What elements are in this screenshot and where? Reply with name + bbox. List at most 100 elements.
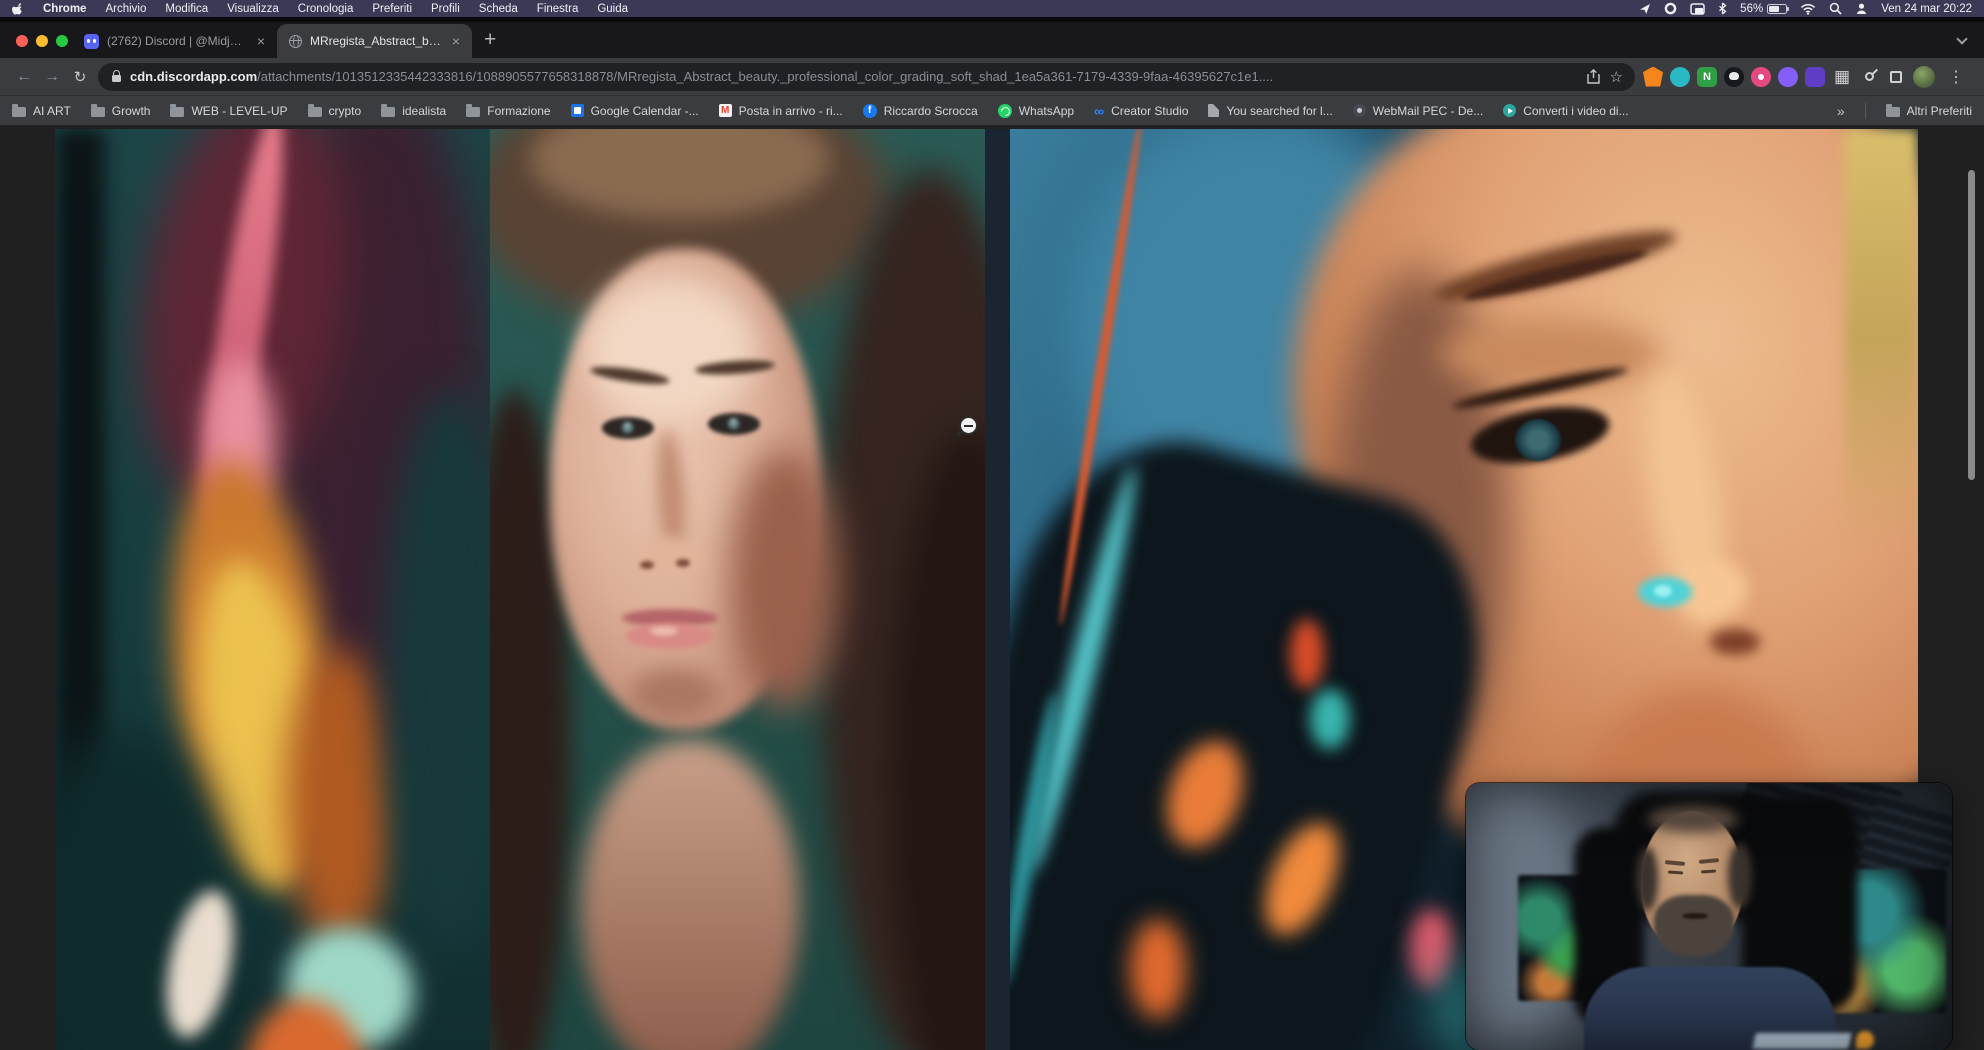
page-icon bbox=[1208, 104, 1219, 117]
folder-icon bbox=[91, 107, 105, 117]
github-extension-icon[interactable] bbox=[1724, 67, 1744, 87]
wifi-icon[interactable] bbox=[1800, 3, 1816, 15]
url-host: cdn.discordapp.com bbox=[130, 69, 257, 84]
bookmark-folder-web-level-up[interactable]: WEB - LEVEL-UP bbox=[170, 104, 287, 118]
metamask-extension-icon[interactable] bbox=[1643, 67, 1663, 87]
bookmark-folder-ai-art[interactable]: AI ART bbox=[12, 104, 71, 118]
bookmark-folder-growth[interactable]: Growth bbox=[91, 104, 151, 118]
bookmark-facebook-profile[interactable]: f Riccardo Scrocca bbox=[863, 104, 978, 118]
page-content bbox=[0, 126, 1984, 1050]
bookmark-gmail-inbox[interactable]: M Posta in arrivo - ri... bbox=[719, 104, 843, 118]
bookmark-creator-studio[interactable]: ∞ Creator Studio bbox=[1094, 104, 1188, 118]
folder-icon bbox=[381, 107, 395, 117]
tab-discord[interactable]: (2762) Discord | @Midjourney × bbox=[72, 24, 277, 58]
menu-profili[interactable]: Profili bbox=[431, 3, 460, 15]
art-panel-abstract bbox=[55, 129, 490, 1050]
bookmark-label: Growth bbox=[112, 104, 151, 118]
bookmark-webmail-pec[interactable]: WebMail PEC - De... bbox=[1353, 104, 1483, 118]
bookmark-folder-crypto[interactable]: crypto bbox=[308, 104, 362, 118]
record-dot-icon[interactable] bbox=[1664, 2, 1677, 15]
chrome-menu-kebab-icon[interactable]: ⋮ bbox=[1942, 67, 1970, 87]
tab-image-active[interactable]: MRregista_Abstract_beauty._ × bbox=[277, 24, 472, 58]
profile-avatar[interactable] bbox=[1913, 66, 1935, 88]
bookmark-folder-idealista[interactable]: idealista bbox=[381, 104, 446, 118]
bookmark-you-searched[interactable]: You searched for l... bbox=[1208, 104, 1332, 118]
bookmark-label: WebMail PEC - De... bbox=[1373, 104, 1483, 118]
bluetooth-icon[interactable] bbox=[1718, 2, 1727, 15]
art-panel-seam bbox=[985, 129, 1010, 1050]
menu-guida[interactable]: Guida bbox=[597, 3, 628, 15]
omnibox-actions: ☆ bbox=[1587, 68, 1623, 86]
art-panel-portrait bbox=[490, 129, 985, 1050]
bookmark-whatsapp[interactable]: WhatsApp bbox=[998, 104, 1074, 118]
forward-button[interactable]: → bbox=[38, 63, 66, 91]
menu-bar-status: 56% Ven 24 mar 20:22 bbox=[1639, 2, 1972, 15]
menu-finestra[interactable]: Finestra bbox=[537, 3, 579, 15]
menu-bar-clock[interactable]: Ven 24 mar 20:22 bbox=[1881, 3, 1972, 15]
back-button[interactable]: ← bbox=[10, 63, 38, 91]
bookmark-label: idealista bbox=[402, 104, 446, 118]
spotlight-search-icon[interactable] bbox=[1829, 2, 1842, 15]
globe-favicon bbox=[289, 35, 302, 48]
battery-icon bbox=[1767, 4, 1787, 14]
green-n-extension-icon[interactable]: N bbox=[1697, 67, 1717, 87]
address-bar[interactable]: cdn.discordapp.com/attachments/101351233… bbox=[98, 63, 1635, 91]
webmail-pec-icon bbox=[1353, 104, 1366, 117]
bookmarks-overflow-chevron[interactable]: » bbox=[1837, 103, 1845, 119]
extensions-row: N ▦ ⋮ bbox=[1643, 66, 1974, 88]
bookmark-label: Riccardo Scrocca bbox=[884, 104, 978, 118]
bookmark-label: Creator Studio bbox=[1111, 104, 1188, 118]
minimize-window-button[interactable] bbox=[36, 35, 48, 47]
menu-chrome[interactable]: Chrome bbox=[43, 3, 86, 15]
tab-discord-title: (2762) Discord | @Midjourney bbox=[107, 34, 247, 48]
violet-extension-icon[interactable] bbox=[1805, 67, 1825, 87]
zoom-out-cursor bbox=[959, 416, 978, 435]
bookmark-google-calendar[interactable]: Google Calendar -... bbox=[571, 104, 699, 118]
bookmark-folder-formazione[interactable]: Formazione bbox=[466, 104, 550, 118]
battery-percent: 56% bbox=[1740, 3, 1763, 15]
battery-status[interactable]: 56% bbox=[1740, 3, 1787, 15]
bookmark-label: You searched for l... bbox=[1226, 104, 1332, 118]
share-icon[interactable] bbox=[1587, 69, 1600, 84]
url-path: /attachments/1013512335442333816/1088905… bbox=[257, 69, 1273, 84]
vertical-scrollbar-thumb[interactable] bbox=[1968, 170, 1975, 480]
lock-icon[interactable] bbox=[112, 75, 121, 82]
tab-search-chevron-icon[interactable] bbox=[1956, 33, 1967, 44]
whatsapp-icon bbox=[998, 104, 1012, 118]
reload-button[interactable]: ↻ bbox=[66, 63, 94, 91]
menu-cronologia[interactable]: Cronologia bbox=[298, 3, 354, 15]
menu-modifica[interactable]: Modifica bbox=[165, 3, 208, 15]
pink-extension-icon[interactable] bbox=[1751, 67, 1771, 87]
bookmark-star-icon[interactable]: ☆ bbox=[1610, 68, 1623, 86]
other-bookmarks-folder[interactable]: Altri Preferiti bbox=[1886, 104, 1972, 118]
menu-visualizza[interactable]: Visualizza bbox=[227, 3, 279, 15]
bookmark-label: Formazione bbox=[487, 104, 550, 118]
frame-extension-icon[interactable] bbox=[1886, 67, 1906, 87]
apple-menu-icon[interactable] bbox=[12, 2, 24, 16]
menu-scheda[interactable]: Scheda bbox=[479, 3, 518, 15]
close-window-button[interactable] bbox=[16, 35, 28, 47]
user-switch-icon[interactable] bbox=[1855, 2, 1868, 15]
chrome-toolbar: ← → ↻ cdn.discordapp.com/attachments/101… bbox=[0, 58, 1984, 95]
bookmark-label: Altri Preferiti bbox=[1907, 104, 1972, 118]
menu-preferiti[interactable]: Preferiti bbox=[372, 3, 412, 15]
teal-extension-icon[interactable] bbox=[1670, 67, 1690, 87]
discord-favicon bbox=[84, 34, 99, 49]
menu-bar-left: Chrome Archivio Modifica Visualizza Cron… bbox=[12, 2, 628, 16]
tab-discord-close-icon[interactable]: × bbox=[255, 34, 267, 48]
macos-menu-bar: Chrome Archivio Modifica Visualizza Cron… bbox=[0, 0, 1984, 17]
key-extension-icon[interactable] bbox=[1859, 67, 1879, 87]
screen-mirroring-icon[interactable] bbox=[1690, 3, 1705, 15]
google-calendar-icon bbox=[571, 104, 584, 117]
tab-image-close-icon[interactable]: × bbox=[450, 34, 462, 48]
menu-archivio[interactable]: Archivio bbox=[105, 3, 146, 15]
purple-extension-icon[interactable] bbox=[1778, 67, 1798, 87]
facebook-icon: f bbox=[863, 104, 877, 118]
bookmark-converti-video[interactable]: Converti i video di... bbox=[1503, 104, 1628, 118]
new-tab-button[interactable]: + bbox=[484, 28, 496, 54]
location-arrow-icon[interactable] bbox=[1639, 3, 1651, 15]
grid-extension-icon[interactable]: ▦ bbox=[1832, 67, 1852, 87]
video-converter-icon bbox=[1503, 104, 1516, 117]
bookmark-label: WEB - LEVEL-UP bbox=[191, 104, 287, 118]
fullscreen-window-button[interactable] bbox=[56, 35, 68, 47]
